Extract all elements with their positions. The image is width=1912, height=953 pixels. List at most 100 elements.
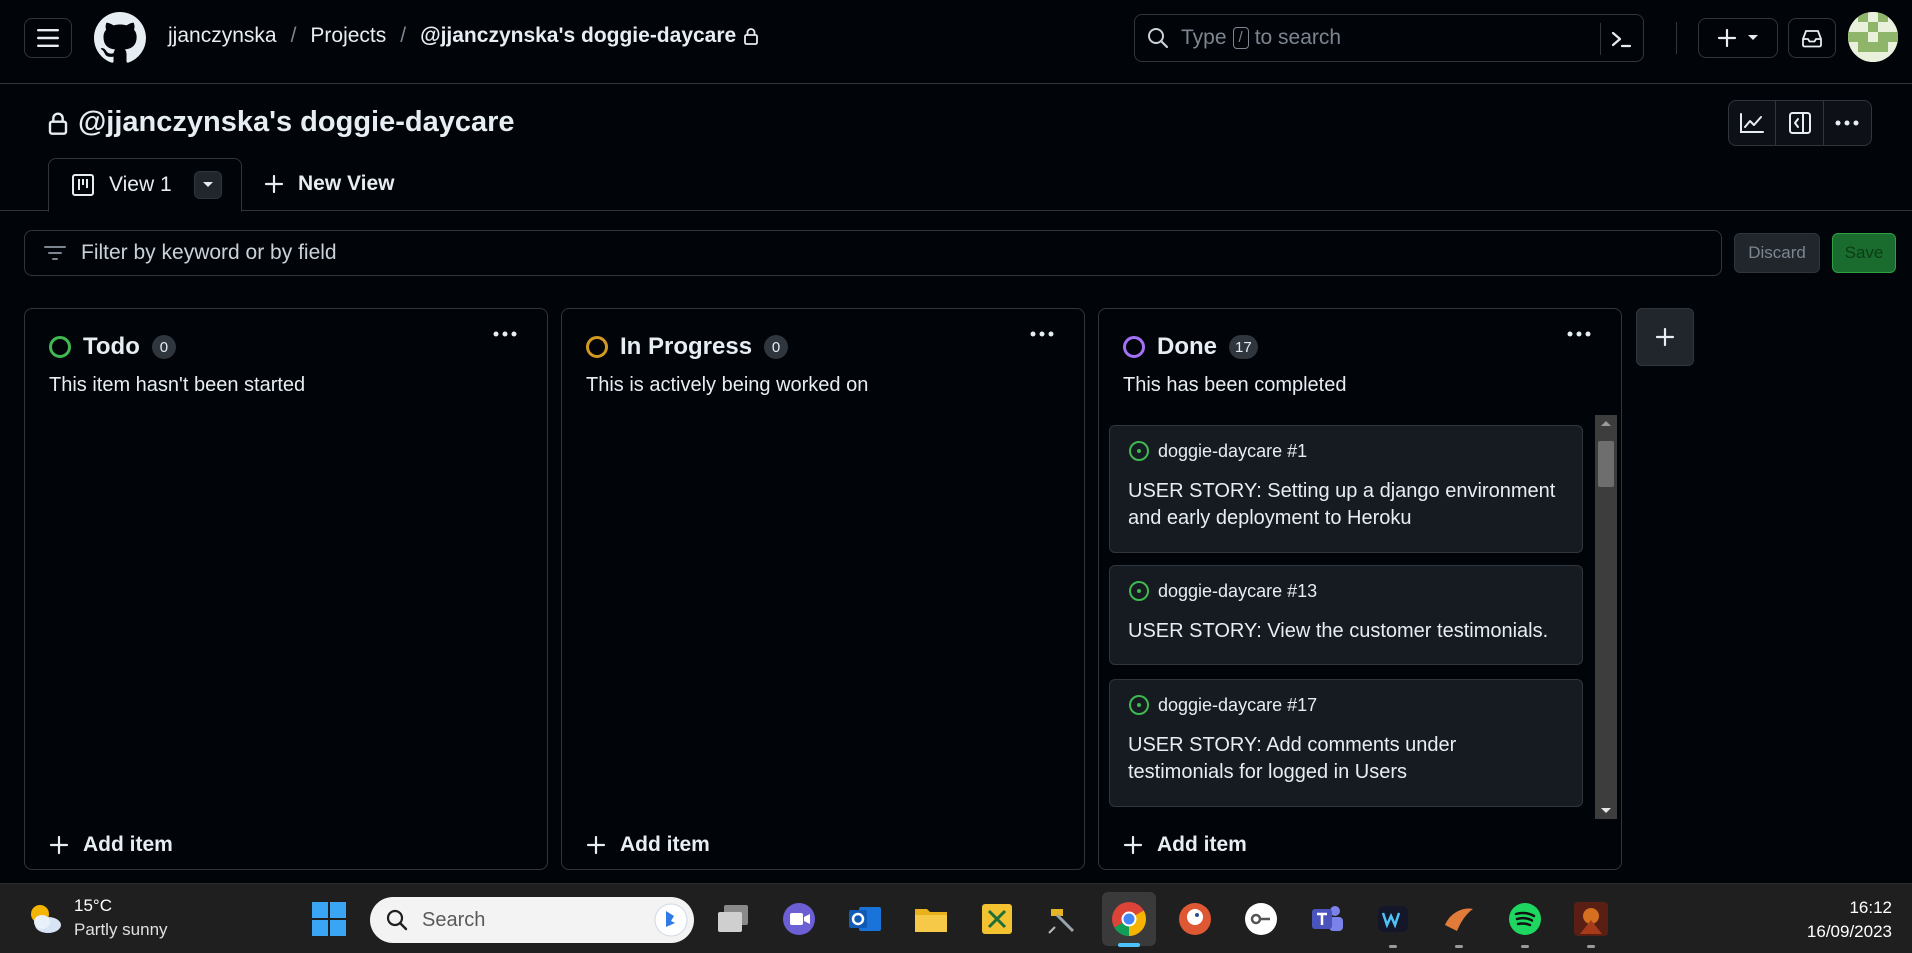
menu-button[interactable] xyxy=(24,18,72,58)
snipping-tool-app[interactable] xyxy=(978,900,1016,938)
sidebar-expand-icon xyxy=(1788,112,1811,134)
chrome-app[interactable] xyxy=(1102,892,1156,947)
kebab-horizontal-icon xyxy=(1030,331,1054,337)
board-icon xyxy=(72,174,94,196)
kebab-horizontal-icon xyxy=(1835,120,1859,126)
clock-date: 16/09/2023 xyxy=(1806,922,1892,941)
github-logo-icon[interactable] xyxy=(94,12,146,64)
global-search-input[interactable]: Type / to search xyxy=(1134,14,1644,62)
triangle-down-icon xyxy=(202,182,213,187)
side-panel-button[interactable] xyxy=(1776,101,1824,145)
inbox-button[interactable] xyxy=(1788,18,1836,58)
duckduckgo-app[interactable] xyxy=(1176,900,1214,938)
column-menu-button[interactable] xyxy=(1030,331,1054,337)
breadcrumb-projects[interactable]: Projects xyxy=(310,24,386,48)
spotify-app[interactable] xyxy=(1506,900,1544,948)
password-manager-app[interactable] xyxy=(1242,900,1280,938)
folder-icon xyxy=(915,909,947,932)
column-count-badge: 0 xyxy=(151,335,176,359)
weather-widget[interactable]: 15°C Partly sunny xyxy=(24,896,168,940)
breadcrumb-project[interactable]: @jjanczynska's doggie-daycare xyxy=(420,24,736,48)
create-new-button[interactable] xyxy=(1698,18,1778,58)
add-item-button[interactable]: Add item xyxy=(49,833,173,857)
add-item-button[interactable]: Add item xyxy=(1123,833,1247,857)
column-header: Done 17 xyxy=(1123,333,1258,361)
taskbar-search[interactable]: Search xyxy=(370,897,694,943)
cloud-app[interactable] xyxy=(1440,900,1478,948)
windows-logo-icon xyxy=(312,902,346,936)
duckduckgo-icon xyxy=(1179,903,1211,935)
scrollbar-thumb[interactable] xyxy=(1598,441,1614,487)
top-header: jjanczynska / Projects / @jjanczynska's … xyxy=(0,0,1912,84)
bing-icon[interactable] xyxy=(654,903,688,937)
card-meta: doggie-daycare #13 xyxy=(1128,580,1564,602)
card-title[interactable]: USER STORY: Add comments under testimoni… xyxy=(1128,732,1564,786)
scroll-down-arrow-icon[interactable] xyxy=(1600,807,1612,815)
task-view-icon xyxy=(718,905,748,932)
insights-button[interactable] xyxy=(1729,101,1777,145)
weather-condition: Partly sunny xyxy=(74,920,168,939)
add-item-button[interactable]: Add item xyxy=(586,833,710,857)
card-meta: doggie-daycare #17 xyxy=(1128,694,1564,716)
add-column-button[interactable] xyxy=(1636,308,1694,366)
start-button[interactable] xyxy=(310,900,348,938)
file-explorer-app[interactable] xyxy=(912,900,950,938)
windows-taskbar: 15°C Partly sunny Search 16:12 16/09/202… xyxy=(0,883,1912,953)
filter-icon xyxy=(43,244,67,262)
project-title: @jjanczynska's doggie-daycare xyxy=(78,106,515,138)
inbox-icon xyxy=(1802,30,1822,48)
column-title: In Progress xyxy=(620,333,753,360)
dev-tools-app[interactable] xyxy=(1044,900,1082,938)
snip-icon xyxy=(982,904,1012,934)
plus-icon xyxy=(49,835,69,855)
search-placeholder-suffix: to search xyxy=(1254,26,1342,49)
tab-view-1[interactable]: View 1 xyxy=(48,158,242,212)
card-meta: doggie-daycare #1 xyxy=(1128,440,1564,462)
board-column-done: Done 17 This has been completed doggie-d… xyxy=(1098,308,1622,870)
column-menu-button[interactable] xyxy=(1567,331,1591,337)
game-app[interactable] xyxy=(1572,900,1610,948)
outlook-app[interactable] xyxy=(846,900,884,938)
spotify-icon xyxy=(1509,903,1541,935)
system-clock[interactable]: 16:12 16/09/2023 xyxy=(1807,896,1892,944)
avatar[interactable] xyxy=(1848,12,1898,62)
wing-icon xyxy=(1445,908,1473,931)
project-more-button[interactable] xyxy=(1824,101,1871,145)
view-options-button[interactable] xyxy=(193,171,222,199)
tab-view-1-label: View 1 xyxy=(109,173,172,196)
column-menu-button[interactable] xyxy=(493,331,517,337)
command-palette-icon[interactable] xyxy=(1609,27,1633,51)
card-title[interactable]: USER STORY: View the customer testimonia… xyxy=(1128,618,1564,645)
teams-chat-app[interactable] xyxy=(780,900,818,938)
lock-icon xyxy=(48,111,68,135)
teams-icon xyxy=(1312,906,1343,931)
breadcrumb-owner[interactable]: jjanczynska xyxy=(168,24,277,48)
card-reference[interactable]: doggie-daycare #13 xyxy=(1158,581,1317,602)
breadcrumb-separator: / xyxy=(290,24,297,47)
video-chat-icon xyxy=(783,903,815,935)
column-description: This is actively being worked on xyxy=(586,374,869,396)
add-item-label: Add item xyxy=(620,833,710,856)
card-reference[interactable]: doggie-daycare #1 xyxy=(1158,441,1307,462)
column-title: Todo xyxy=(83,333,140,360)
kebab-horizontal-icon xyxy=(493,331,517,337)
weather-temperature: 15°C xyxy=(74,896,112,915)
status-circle-icon xyxy=(586,336,608,358)
card-reference[interactable]: doggie-daycare #17 xyxy=(1158,695,1317,716)
card-title[interactable]: USER STORY: Setting up a django environm… xyxy=(1128,478,1564,532)
filter-input[interactable]: Filter by keyword or by field xyxy=(24,230,1722,276)
card-list-scrollbar[interactable] xyxy=(1595,415,1617,819)
watch-app[interactable] xyxy=(1374,900,1412,948)
new-view-button[interactable]: New View xyxy=(264,172,395,196)
issue-card[interactable]: doggie-daycare #13 USER STORY: View the … xyxy=(1109,565,1583,665)
issue-card[interactable]: doggie-daycare #1 USER STORY: Setting up… xyxy=(1109,425,1583,553)
issue-opened-icon xyxy=(1129,581,1149,601)
column-count-badge: 0 xyxy=(764,335,789,359)
issue-card[interactable]: doggie-daycare #17 USER STORY: Add comme… xyxy=(1109,679,1583,807)
discard-button[interactable]: Discard xyxy=(1734,233,1820,273)
lock-icon xyxy=(744,27,759,45)
save-button[interactable]: Save xyxy=(1832,233,1896,273)
scroll-up-arrow-icon[interactable] xyxy=(1600,419,1612,427)
task-view-button[interactable] xyxy=(714,900,752,938)
teams-app[interactable] xyxy=(1308,900,1346,938)
